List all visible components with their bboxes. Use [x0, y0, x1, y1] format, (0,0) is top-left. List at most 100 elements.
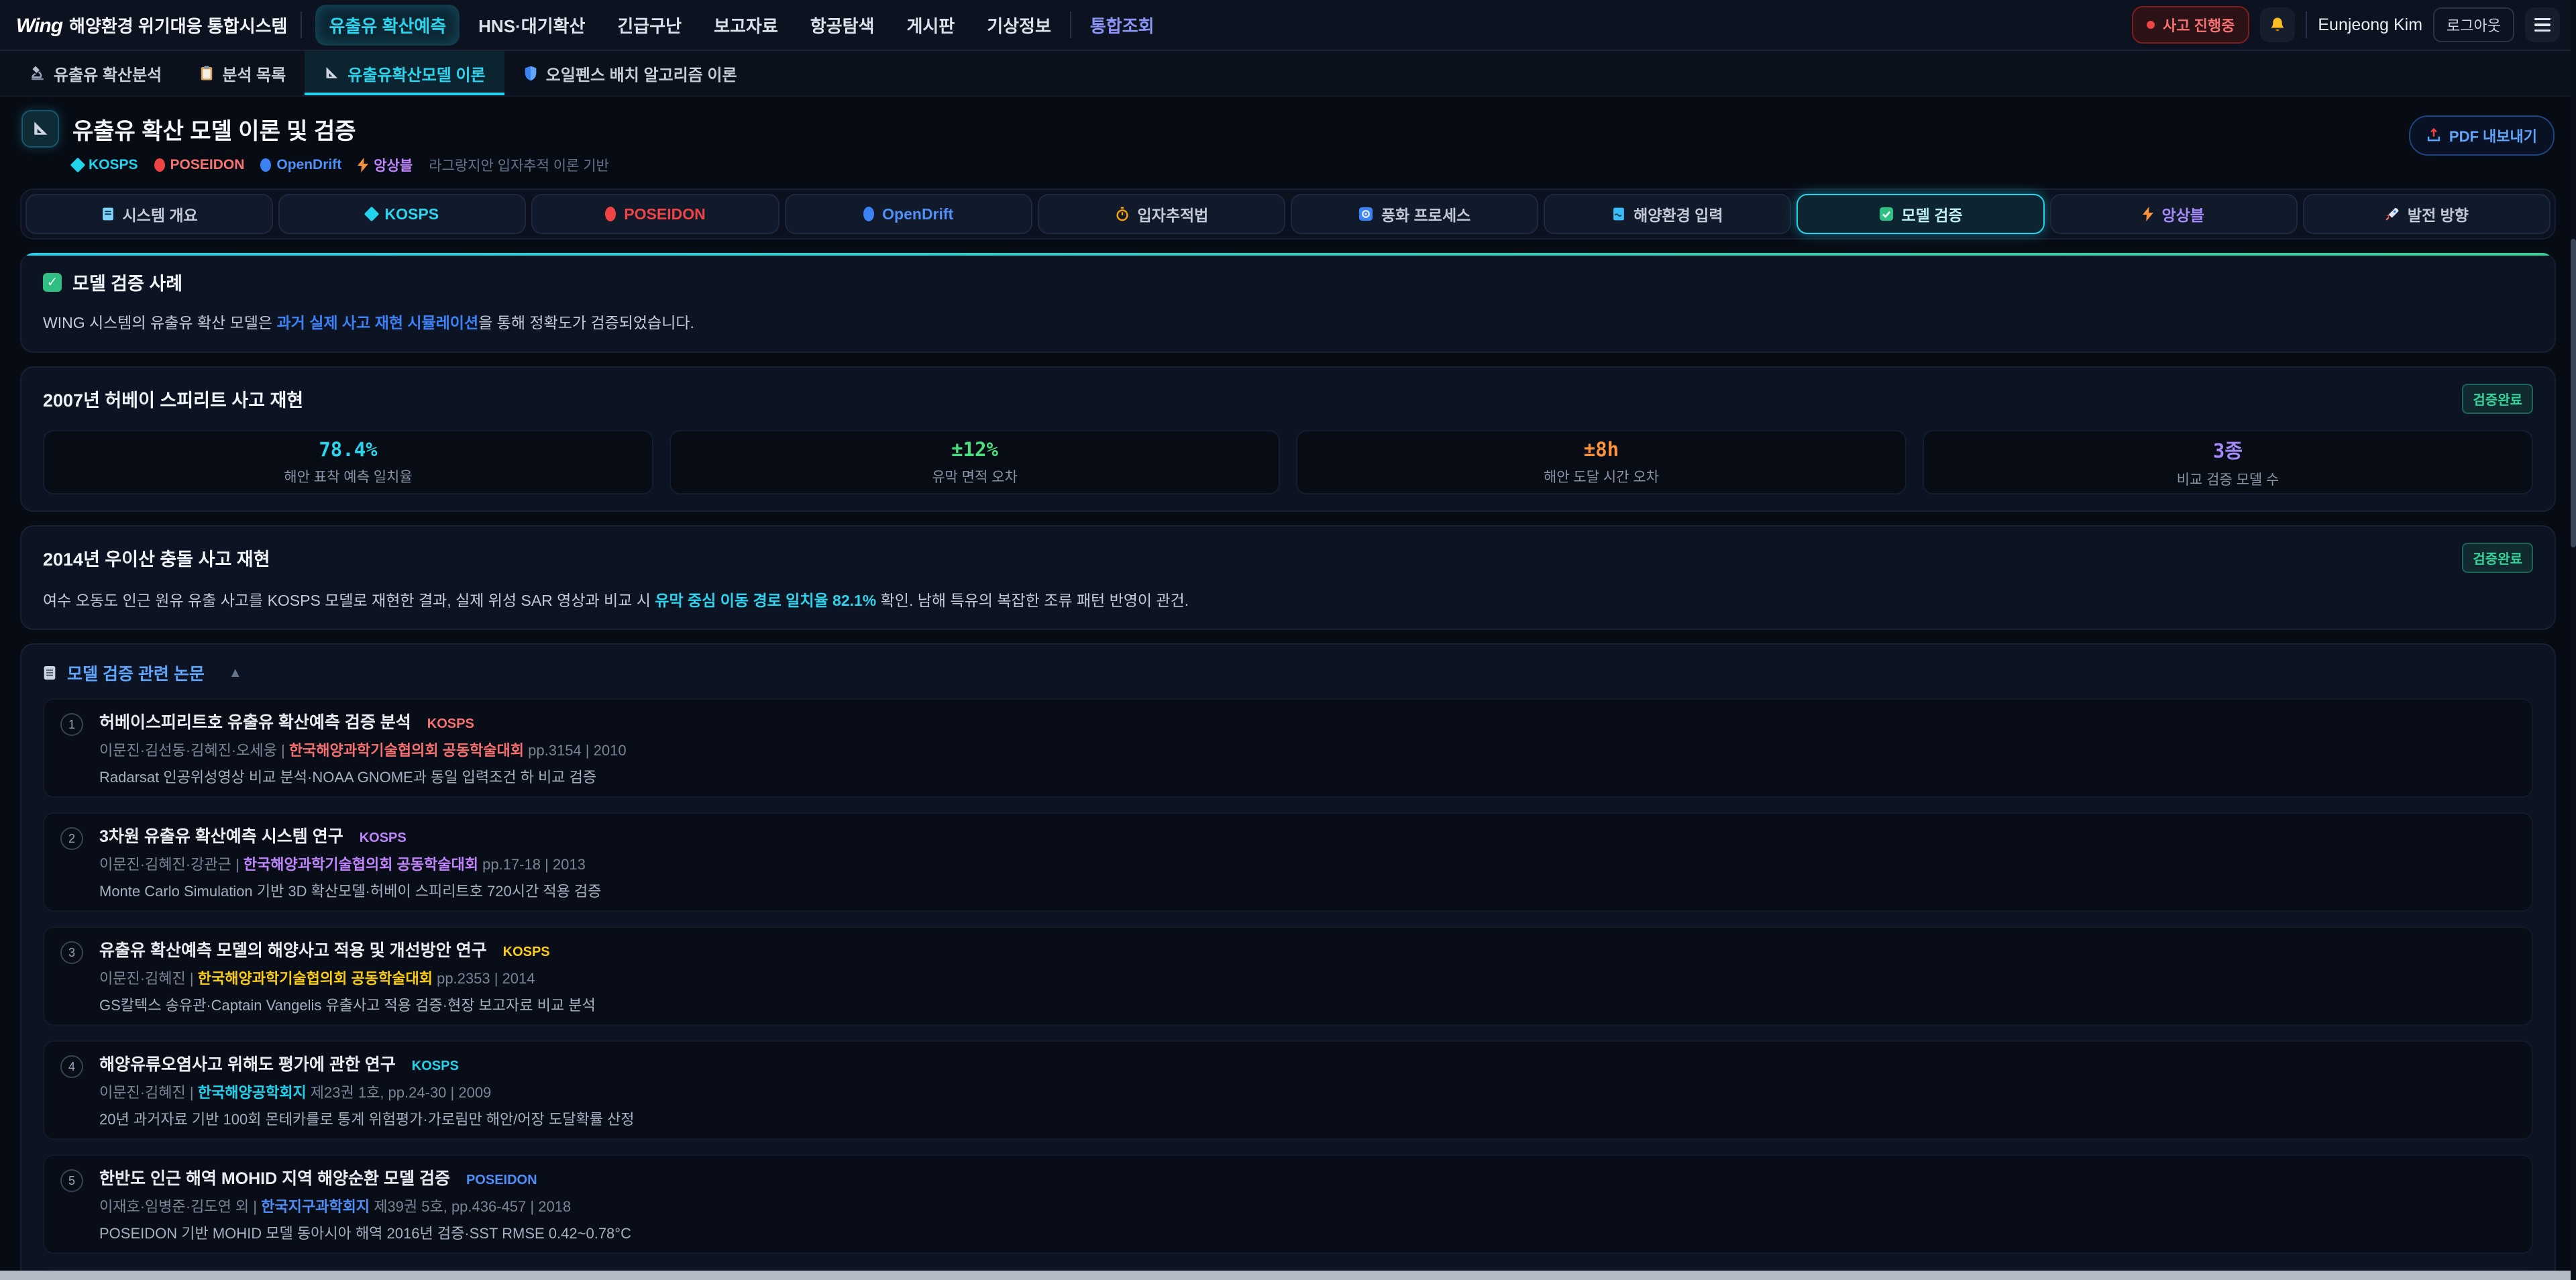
paper-note: POSEIDON 기반 MOHID 모델 동아시아 해역 2016년 검증·SS…	[99, 1222, 2516, 1243]
intro-link[interactable]: 과거 실제 사고 재현 시뮬레이션	[276, 314, 478, 331]
paper-note: Radarsat 인공위성영상 비교 분석·NOAA GNOME과 동일 입력조…	[99, 765, 2516, 787]
tab-analysis-list[interactable]: 분석 목록	[180, 51, 305, 95]
nav-reports[interactable]: 보고자료	[700, 5, 792, 46]
page-header: 유출유 확산 모델 이론 및 검증 KOSPS POSEIDON OpenDri…	[0, 97, 2576, 183]
model-badge: KOSPS	[503, 945, 550, 960]
scrollbar[interactable]	[2571, 0, 2576, 1280]
papers-card: 모델 검증 관련 논문 ▲ 1 허베이스피리트호 유출유 확산예측 검증 분석K…	[20, 643, 2556, 1280]
kosps-badge: KOSPS	[72, 157, 138, 173]
check-square-icon	[1879, 207, 1894, 221]
paper-authors: 이재호·임병준·김도연 외 | 한국지구과학회지 제39권 5호, pp.436…	[99, 1195, 2516, 1216]
model-badge: KOSPS	[427, 716, 474, 732]
section-ocean-env-input[interactable]: 해양환경 입력	[1544, 194, 1791, 234]
nav-integrated-search[interactable]: 통합조회	[1077, 5, 1168, 46]
paper-number: 4	[60, 1055, 83, 1078]
oil-fence-shield-icon	[523, 65, 538, 81]
paper-authors: 이문진·김혜진·강관근 | 한국해양과학기술협의회 공동학술대회 pp.17-1…	[99, 853, 2516, 874]
paper-note: Monte Carlo Simulation 기반 3D 확산모델·허베이 스피…	[99, 879, 2516, 901]
app-root: Wing 해양환경 위기대응 통합시스템 유출유 확산예측 HNS·대기확산 긴…	[0, 0, 2576, 1280]
nav-weather-info[interactable]: 기상정보	[973, 5, 1065, 46]
paper-number: 3	[60, 941, 83, 964]
section-opendrift[interactable]: OpenDrift	[785, 194, 1032, 234]
paper-item-5[interactable]: 5 한반도 인근 해역 MOHID 지역 해양순환 모델 검증 POSEIDON …	[43, 1155, 2533, 1254]
paper-title[interactable]: 한반도 인근 해역 MOHID 지역 해양순환 모델 검증	[99, 1165, 450, 1189]
divider	[301, 11, 302, 38]
circle-icon	[154, 158, 165, 172]
hamburger-icon	[2534, 18, 2551, 32]
nav-oil-spill-prediction[interactable]: 유출유 확산예측	[315, 5, 460, 46]
nav-board[interactable]: 게시판	[893, 5, 968, 46]
paper-note: 20년 과거자료 기반 100회 몬테카를로 통계 위험평가·가로림만 해안/어…	[99, 1108, 2516, 1129]
tab-spill-model-theory[interactable]: 유출유확산모델 이론	[305, 51, 504, 95]
paper-title[interactable]: 허베이스피리트호 유출유 확산예측 검증 분석	[99, 709, 411, 733]
case-title: 2014년 우이산 충돌 사고 재현	[43, 545, 270, 571]
bell-icon	[2269, 16, 2286, 34]
tab-oil-fence-algorithm-theory[interactable]: 오일펜스 배치 알고리즘 이론	[504, 51, 756, 95]
paper-journal: 한국해양과학기술협의회 공동학술대회	[198, 970, 433, 987]
paper-item-4[interactable]: 4 해양유류오염사고 위해도 평가에 관한 연구KOSPS 이문진·김혜진 | …	[43, 1041, 2533, 1140]
section-poseidon[interactable]: POSEIDON	[531, 194, 779, 234]
model-badge: POSEIDON	[466, 1173, 537, 1188]
app-logo: Wing 해양환경 위기대응 통합시스템	[16, 13, 287, 38]
paper-title[interactable]: 해양유류오염사고 위해도 평가에 관한 연구	[99, 1051, 396, 1075]
section-nav: 시스템 개요 KOSPS POSEIDON OpenDrift 입자추적법 풍화…	[20, 189, 2556, 239]
circle-icon	[863, 207, 874, 221]
section-particle-tracking[interactable]: 입자추적법	[1038, 194, 1285, 234]
papers-header[interactable]: 모델 검증 관련 논문 ▲	[43, 661, 2533, 685]
section-model-validation[interactable]: 모델 검증	[1796, 194, 2044, 234]
paper-journal: 한국해양과학기술협의회 공동학술대회	[289, 742, 524, 759]
stats-row: 78.4% 해안 표착 예측 일치율 ±12% 유막 면적 오차 ±8h 해안 …	[43, 430, 2533, 494]
nav-aerial-search[interactable]: 항공탐색	[797, 5, 888, 46]
sub-tab-bar: 유출유 확산분석 분석 목록 유출유확산모델 이론 오일펜스 배치 알고리즘 이…	[0, 51, 2576, 97]
incident-in-progress-badge[interactable]: 사고 진행중	[2132, 6, 2249, 44]
section-weathering-process[interactable]: 풍화 프로세스	[1291, 194, 1538, 234]
paper-item-2[interactable]: 2 3차원 유출유 확산예측 시스템 연구 KOSPS 이문진·김혜진·강관근 |…	[43, 812, 2533, 912]
red-dot-icon	[2147, 21, 2155, 29]
document-icon	[101, 207, 115, 221]
page-subtitle: 라그랑지안 입자추적 이론 기반	[429, 155, 609, 175]
model-badge: KOSPS	[360, 831, 407, 846]
top-bar: Wing 해양환경 위기대응 통합시스템 유출유 확산예측 HNS·대기확산 긴…	[0, 0, 2576, 51]
tab-spill-analysis[interactable]: 유출유 확산분석	[11, 51, 180, 95]
stat-slick-area-error: ±12% 유막 면적 오차	[669, 430, 1280, 494]
section-ensemble[interactable]: 앙상블	[2050, 194, 2298, 234]
opendrift-badge: OpenDrift	[260, 157, 341, 173]
paper-number: 5	[60, 1169, 83, 1192]
diamond-icon	[364, 207, 379, 222]
paper-authors: 이문진·김혜진 | 한국해양과학기술협의회 공동학술대회 pp.2353 | 2…	[99, 967, 2516, 988]
divider	[2306, 11, 2307, 38]
notification-bell-button[interactable]	[2260, 7, 2295, 42]
logout-button[interactable]: 로그아웃	[2433, 7, 2514, 42]
nav-emergency-rescue[interactable]: 긴급구난	[604, 5, 695, 46]
section-system-overview[interactable]: 시스템 개요	[25, 194, 273, 234]
section-future-direction[interactable]: 발전 방향	[2303, 194, 2551, 234]
diamond-icon	[70, 158, 86, 173]
rocket-icon	[2385, 207, 2400, 221]
wave-clipboard-icon	[1612, 207, 1625, 221]
stat-arrival-time-error: ±8h 해안 도달 시간 오차	[1296, 430, 1907, 494]
section-kosps[interactable]: KOSPS	[278, 194, 526, 234]
nav-hns-diffusion[interactable]: HNS·대기확산	[465, 5, 598, 46]
paper-title[interactable]: 3차원 유출유 확산예측 시스템 연구	[99, 823, 343, 847]
case-text: 여수 오동도 인근 원유 유출 사고를 KOSPS 모델로 재현한 결과, 실제…	[43, 589, 2533, 613]
paper-number: 2	[60, 827, 83, 850]
export-icon	[2426, 128, 2441, 143]
case-2007-card: 2007년 허베이 스피리트 사고 재현 검증완료 78.4% 해안 표착 예측…	[20, 366, 2556, 512]
pdf-export-button[interactable]: PDF 내보내기	[2409, 115, 2555, 156]
lightning-icon	[2143, 207, 2153, 221]
document-icon	[43, 665, 56, 681]
paper-item-1[interactable]: 1 허베이스피리트호 유출유 확산예측 검증 분석KOSPS 이문진·김선동·김…	[43, 698, 2533, 798]
paper-title[interactable]: 유출유 확산예측 모델의 해양사고 적용 및 개선방안 연구	[99, 937, 487, 961]
stat-shoreline-match: 78.4% 해안 표착 예측 일치율	[43, 430, 653, 494]
lightning-icon	[358, 158, 368, 172]
circle-icon	[605, 207, 616, 221]
paper-item-3[interactable]: 3 유출유 확산예측 모델의 해양사고 적용 및 개선방안 연구 KOSPS 이문…	[43, 926, 2533, 1026]
case-title: 2007년 허베이 스피리트 사고 재현	[43, 386, 303, 412]
paper-authors: 이문진·김선동·김혜진·오세웅 | 한국해양과학기술협의회 공동학술대회 pp.…	[99, 739, 2516, 760]
menu-button[interactable]	[2525, 7, 2560, 42]
check-icon: ✓	[43, 273, 62, 292]
intro-text: WING 시스템의 유출유 확산 모델은 과거 실제 사고 재현 시뮬레이션을 …	[43, 311, 2533, 335]
scrollbar-thumb[interactable]	[2571, 239, 2576, 547]
collapse-icon[interactable]: ▲	[229, 665, 242, 681]
microscope-icon	[30, 65, 46, 81]
